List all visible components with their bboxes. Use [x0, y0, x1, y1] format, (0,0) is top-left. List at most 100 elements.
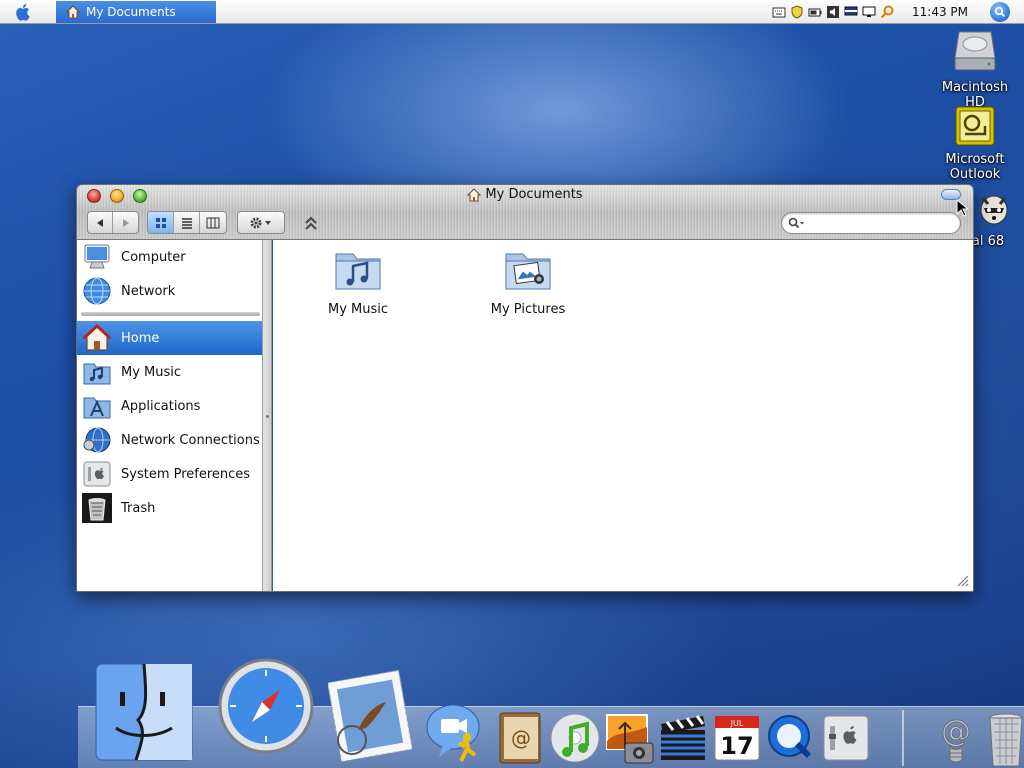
sidebar-item-network[interactable]: Network	[77, 274, 262, 308]
sidebar-item-label: My Music	[121, 364, 182, 380]
ical-icon: JUL 17	[714, 715, 760, 761]
display-icon[interactable]	[844, 5, 858, 19]
dock-item-system-preferences[interactable]	[818, 710, 874, 766]
applications-icon	[81, 390, 113, 422]
iphoto-icon	[606, 714, 654, 764]
music-folder-icon	[81, 356, 113, 388]
dock-item-mail-alias[interactable]: @	[930, 710, 982, 766]
finder-icon	[95, 663, 193, 761]
dock-item-imovie[interactable]	[656, 710, 710, 766]
sidebar-splitter[interactable]	[263, 240, 272, 591]
resize-grip-icon[interactable]	[955, 573, 969, 587]
mail-alias-icon: @	[941, 714, 972, 763]
finder-sidebar: Computer Network Home My Music Applicati…	[77, 240, 263, 591]
window-title-text: My Documents	[485, 187, 583, 202]
trash-icon	[989, 713, 1023, 767]
sidebar-item-my-music[interactable]: My Music	[77, 355, 262, 389]
list-view-icon	[181, 217, 192, 229]
dock-item-finder[interactable]	[90, 658, 198, 766]
home-icon	[467, 187, 482, 201]
sidebar-item-network-connections[interactable]: Network Connections	[77, 423, 262, 457]
trash-icon	[81, 492, 113, 524]
dock-item-mail[interactable]	[326, 668, 414, 764]
sidebar-item-trash[interactable]: Trash	[77, 491, 262, 525]
column-view-button[interactable]	[200, 212, 226, 233]
desktop-item-macintosh-hd[interactable]: Macintosh HD	[938, 26, 1012, 110]
active-window-menu[interactable]: My Documents	[56, 0, 216, 23]
mouse-cursor-icon	[956, 199, 968, 217]
sidebar-item-system-preferences[interactable]: System Preferences	[77, 457, 262, 491]
battery-icon[interactable]	[808, 5, 822, 19]
svg-text:@: @	[941, 714, 971, 749]
enclosing-folder-button[interactable]	[301, 213, 321, 233]
active-window-label: My Documents	[86, 4, 176, 19]
file-item-label: My Pictures	[490, 302, 566, 317]
search-input[interactable]	[810, 216, 950, 230]
search-field[interactable]	[781, 212, 961, 234]
svg-text:17: 17	[720, 732, 753, 760]
dock-item-iphoto[interactable]	[602, 710, 656, 766]
raccoon-icon	[980, 195, 1008, 225]
shield-icon[interactable]	[790, 4, 804, 19]
sidebar-item-label: Trash	[121, 500, 156, 516]
action-menu-control	[237, 211, 285, 234]
sidebar-item-label: Network	[121, 283, 176, 299]
svg-text:@: @	[511, 726, 531, 750]
desktop-item-label: Microsoft Outlook	[945, 152, 1005, 182]
mail-icon	[328, 670, 412, 762]
back-arrow-icon	[97, 218, 103, 227]
safari-icon	[218, 658, 314, 754]
desktop-item-microsoft-outlook[interactable]: Microsoft Outlook	[938, 104, 1012, 182]
gear-icon	[250, 217, 271, 228]
column-view-icon	[206, 217, 220, 228]
status-area: 11:43 PM	[772, 0, 1024, 24]
imovie-icon	[661, 715, 705, 760]
dock-item-trash[interactable]	[984, 710, 1024, 768]
outlook-icon	[955, 106, 995, 146]
system-preferences-icon	[81, 458, 113, 490]
spotlight-button[interactable]	[990, 1, 1010, 22]
forward-button[interactable]	[113, 212, 138, 233]
action-menu-button[interactable]	[238, 212, 284, 233]
network-connections-icon	[81, 424, 113, 456]
search-icon	[788, 217, 804, 229]
dock-item-address-book[interactable]: @	[494, 710, 546, 766]
dock-item-ichat[interactable]	[422, 700, 488, 766]
back-button[interactable]	[88, 212, 113, 233]
finder-window: My Documents Computer Network Home My Mu…	[76, 184, 974, 592]
apple-menu-icon[interactable]	[0, 0, 48, 24]
sidebar-item-label: System Preferences	[121, 466, 251, 482]
list-view-button[interactable]	[174, 212, 200, 233]
view-mode-control	[147, 211, 227, 234]
sidebar-item-label: Network Connections	[121, 432, 260, 448]
sidebar-item-home[interactable]: Home	[77, 321, 262, 355]
keyboard-icon[interactable]	[772, 5, 786, 19]
file-item-label: My Music	[327, 302, 389, 317]
globe-icon	[81, 275, 113, 307]
key-icon[interactable]	[880, 5, 894, 19]
dock-item-ical[interactable]: JUL 17	[710, 710, 764, 766]
window-title: My Documents	[77, 187, 973, 202]
music-folder-icon	[335, 253, 381, 290]
file-item-my-music[interactable]: My Music	[303, 244, 413, 317]
dock-separator	[902, 710, 904, 766]
menu-clock[interactable]: 11:43 PM	[912, 5, 968, 19]
file-item-my-pictures[interactable]: My Pictures	[473, 244, 583, 317]
sidebar-item-computer[interactable]: Computer	[77, 240, 262, 274]
window-titlebar[interactable]: My Documents	[77, 185, 973, 240]
volume-icon[interactable]	[826, 5, 840, 19]
dock-item-itunes[interactable]	[548, 710, 602, 766]
svg-text:JUL: JUL	[730, 719, 744, 728]
folder-content-area[interactable]: My Music My Pictures	[273, 240, 973, 591]
system-preferences-icon	[823, 715, 869, 761]
dock-item-safari[interactable]	[214, 654, 318, 758]
monitor-icon[interactable]	[862, 5, 876, 19]
chevron-up-icon	[305, 216, 317, 230]
magnifier-icon	[994, 6, 1006, 17]
sidebar-item-applications[interactable]: Applications	[77, 389, 262, 423]
itunes-icon	[550, 713, 600, 763]
home-icon	[81, 322, 113, 354]
icon-view-button[interactable]	[148, 212, 174, 233]
dock-item-quicktime[interactable]	[764, 710, 818, 766]
ichat-icon	[426, 704, 480, 762]
